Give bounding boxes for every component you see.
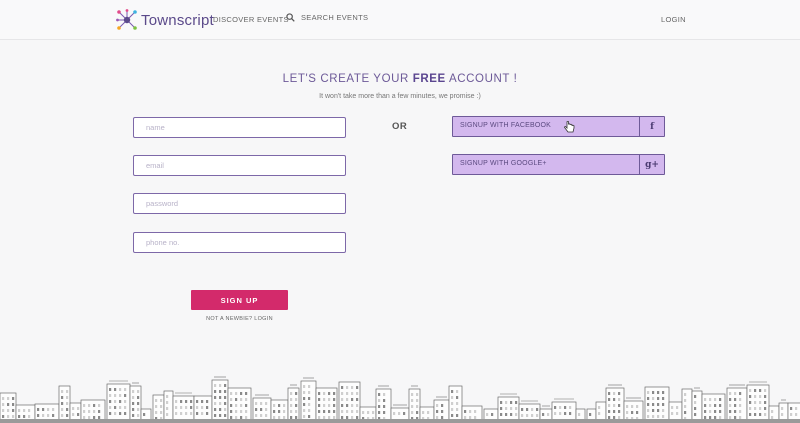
townscript-logo[interactable]: Townscript bbox=[116, 9, 214, 31]
email-input[interactable] bbox=[133, 155, 346, 176]
phone-input[interactable] bbox=[133, 232, 346, 253]
page-subtitle: It won't take more than a few minutes, w… bbox=[319, 93, 481, 100]
headline-suffix: ACCOUNT ! bbox=[445, 73, 518, 85]
search-icon bbox=[286, 13, 295, 22]
facebook-button-label: SIGNUP WITH FACEBOOK bbox=[460, 122, 551, 129]
login-link[interactable]: NOT A NEWBIE? LOGIN bbox=[191, 316, 288, 322]
google-plus-icon: g+ bbox=[639, 155, 664, 174]
nav-search-events[interactable]: SEARCH EVENTS bbox=[286, 13, 368, 22]
nav-search-label: SEARCH EVENTS bbox=[301, 13, 369, 22]
signup-facebook-button[interactable]: SIGNUP WITH FACEBOOK f bbox=[452, 116, 665, 137]
page-title: LET'S CREATE YOUR FREE ACCOUNT ! bbox=[0, 73, 800, 85]
facebook-icon: f bbox=[639, 117, 664, 136]
signup-google-button[interactable]: SIGNUP WITH GOOGLE+ g+ bbox=[452, 154, 665, 175]
nav-discover-events[interactable]: DISCOVER EVENTS bbox=[213, 15, 289, 24]
nav-login-link[interactable]: LOGIN bbox=[661, 15, 686, 24]
name-input[interactable] bbox=[133, 117, 346, 138]
top-navbar: Townscript DISCOVER EVENTS SEARCH EVENTS… bbox=[0, 0, 800, 40]
google-button-label: SIGNUP WITH GOOGLE+ bbox=[460, 160, 547, 167]
hand-pointer-cursor-icon bbox=[564, 121, 575, 133]
brand-name: Townscript bbox=[141, 11, 214, 29]
headline-prefix: LET'S CREATE YOUR bbox=[282, 73, 413, 85]
sign-up-button[interactable]: SIGN UP bbox=[191, 290, 288, 310]
city-skyline-illustration bbox=[0, 376, 800, 423]
password-input[interactable] bbox=[133, 193, 346, 214]
townscript-logo-icon bbox=[116, 9, 137, 30]
or-divider-label: OR bbox=[392, 121, 408, 132]
headline-emphasis: FREE bbox=[412, 73, 446, 85]
